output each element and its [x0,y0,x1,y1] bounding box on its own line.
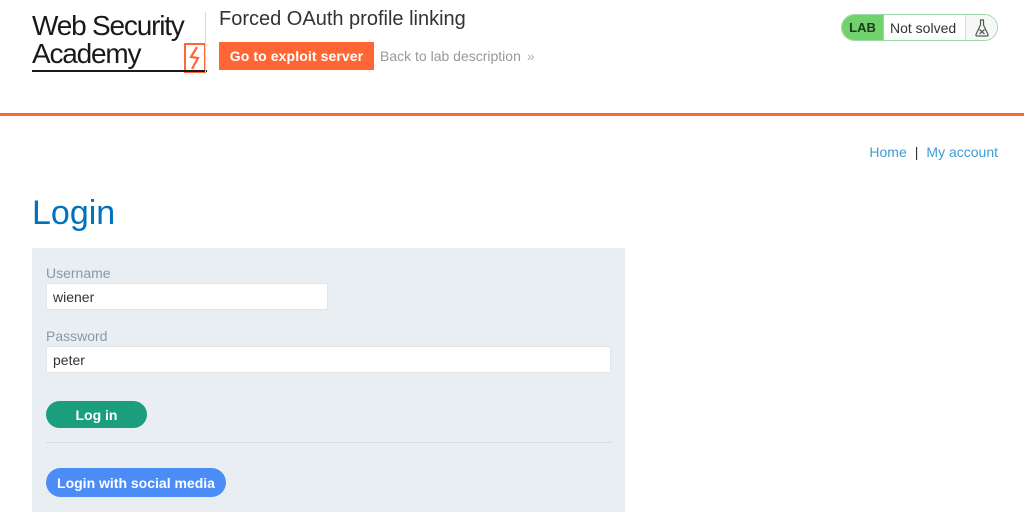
lab-status-widget: LAB Not solved [841,14,998,41]
header-divider [205,12,206,72]
lab-title: Forced OAuth profile linking [219,8,466,30]
nav-separator: | [914,144,919,160]
password-input[interactable]: peter [46,346,611,373]
flask-icon [974,18,989,37]
back-to-lab-description-link[interactable]: Back to lab description » [380,48,535,64]
top-navigation: Home | My account [869,144,998,160]
username-value: wiener [53,288,95,305]
username-input[interactable]: wiener [46,283,328,310]
logo-text-line2: Academy [32,38,142,69]
nav-home-link[interactable]: Home [869,144,906,160]
back-link-label: Back to lab description [380,48,521,64]
logo-bolt-icon [184,43,206,73]
log-in-button[interactable]: Log in [46,401,147,428]
site-header: Web Security Academy Forced OAuth profil… [0,0,1024,116]
flask-icon-container [965,15,997,40]
username-label: Username [46,265,111,281]
nav-my-account-link[interactable]: My account [926,144,998,160]
double-chevron-right-icon: » [526,48,535,64]
web-security-academy-logo[interactable]: Web Security Academy [32,10,207,76]
form-divider [46,442,612,443]
login-form: Username wiener Password peter Log in Lo… [32,248,625,512]
logo-underline [32,70,207,72]
login-with-social-media-button[interactable]: Login with social media [46,468,226,497]
logo-text-line1: Web Security [32,10,185,41]
lab-badge: LAB [842,15,884,40]
go-to-exploit-server-button[interactable]: Go to exploit server [219,42,374,70]
page-title: Login [32,194,116,232]
password-label: Password [46,328,108,344]
password-value: peter [53,351,85,368]
lab-status-text: Not solved [890,19,957,36]
